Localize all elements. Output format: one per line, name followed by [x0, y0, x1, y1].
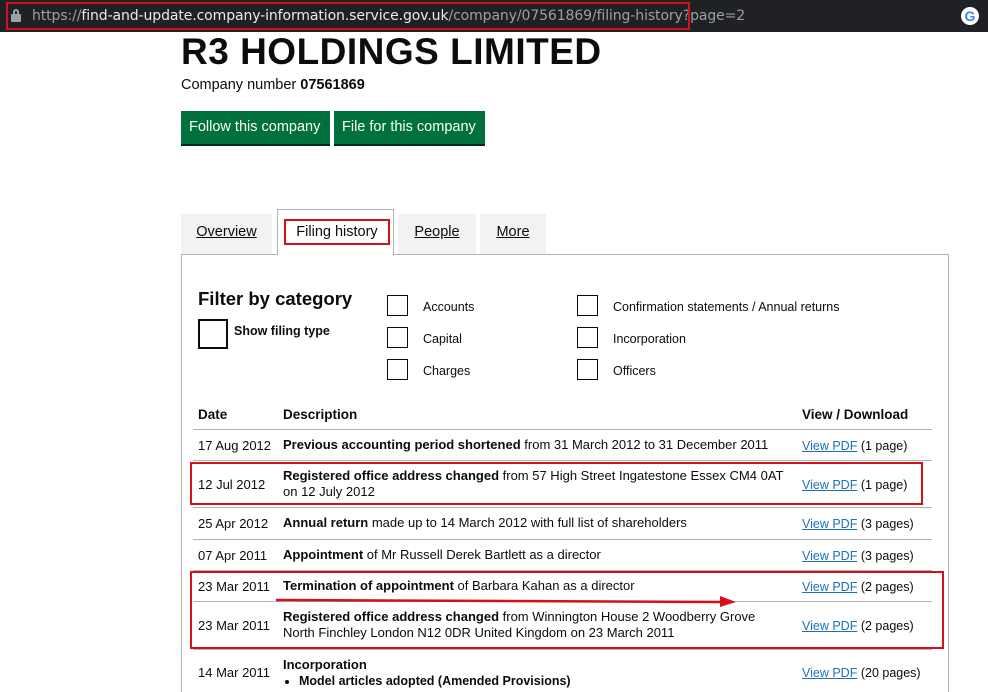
file-for-company-button[interactable]: File for this company	[334, 111, 485, 144]
charges-label: Charges	[423, 364, 471, 378]
highlight-box-rows-mar-2011	[190, 571, 944, 649]
capital-checkbox[interactable]	[387, 327, 408, 348]
filing-type: Appointment	[283, 547, 364, 562]
table-row: 14 Mar 2011 Incorporation Model articles…	[193, 650, 932, 692]
view-pdf-link[interactable]: View PDF	[802, 549, 857, 563]
download-cell: View PDF (3 pages)	[802, 549, 914, 563]
filing-type: Annual return	[283, 515, 369, 530]
download-cell: View PDF (1 page)	[802, 439, 907, 453]
filing-description: Annual return made up to 14 March 2012 w…	[283, 515, 788, 531]
officers-checkbox[interactable]	[577, 359, 598, 380]
show-filing-type-checkbox[interactable]	[198, 319, 228, 349]
table-row: 07 Apr 2011 Appointment of Mr Russell De…	[193, 540, 932, 571]
confirmation-statements-label: Confirmation statements / Annual returns	[613, 300, 840, 314]
list-item: Model articles adopted (Amended Provisio…	[299, 673, 788, 689]
filing-detail: of Mr Russell Derek Bartlett as a direct…	[363, 547, 601, 562]
confirmation-statements-checkbox[interactable]	[577, 295, 598, 316]
filter-title: Filter by category	[198, 288, 353, 309]
company-number-value: 07561869	[300, 77, 365, 93]
company-number-label: Company number	[181, 77, 297, 93]
filing-type: Incorporation	[283, 657, 367, 672]
tab-filing-history-label[interactable]: Filing history	[284, 219, 390, 245]
table-row: 17 Aug 2012 Previous accounting period s…	[193, 430, 932, 461]
page-count: (1 page)	[860, 439, 908, 453]
filing-subitems: Model articles adopted (Amended Provisio…	[283, 673, 788, 689]
tab-overview[interactable]: Overview	[181, 214, 272, 254]
tab-people[interactable]: People	[398, 214, 476, 254]
filing-date: 07 Apr 2011	[198, 548, 268, 563]
page-count: (20 pages)	[860, 666, 921, 680]
filing-detail: from 31 March 2012 to 31 December 2011	[520, 437, 769, 452]
column-header-date: Date	[198, 407, 228, 422]
download-cell: View PDF (20 pages)	[802, 666, 921, 680]
filing-date: 17 Aug 2012	[198, 438, 272, 453]
view-pdf-link[interactable]: View PDF	[802, 666, 857, 680]
follow-company-button[interactable]: Follow this company	[181, 111, 330, 144]
url-highlight-box	[6, 2, 690, 30]
download-cell: View PDF (3 pages)	[802, 517, 914, 531]
company-number: Company number 07561869	[181, 77, 365, 93]
view-pdf-link[interactable]: View PDF	[802, 517, 857, 531]
page-count: (3 pages)	[860, 517, 914, 531]
tab-more[interactable]: More	[480, 214, 546, 254]
filing-description: Incorporation Model articles adopted (Am…	[283, 657, 788, 689]
column-header-view-download: View / Download	[802, 407, 909, 422]
incorporation-label: Incorporation	[613, 332, 686, 346]
show-filing-type-label: Show filing type	[234, 324, 330, 338]
page-count: (3 pages)	[860, 549, 914, 563]
accounts-label: Accounts	[423, 300, 475, 314]
highlight-box-row-jul-2012	[190, 462, 923, 505]
company-name: R3 HOLDINGS LIMITED	[181, 31, 602, 72]
filing-date: 14 Mar 2011	[198, 665, 271, 680]
accounts-checkbox[interactable]	[387, 295, 408, 316]
charges-checkbox[interactable]	[387, 359, 408, 380]
incorporation-checkbox[interactable]	[577, 327, 598, 348]
table-row: 25 Apr 2012 Annual return made up to 14 …	[193, 508, 932, 540]
filing-date: 25 Apr 2012	[198, 516, 269, 531]
view-pdf-link[interactable]: View PDF	[802, 439, 857, 453]
capital-label: Capital	[423, 332, 462, 346]
google-icon[interactable]: G	[961, 7, 979, 25]
filing-description: Appointment of Mr Russell Derek Bartlett…	[283, 547, 788, 563]
filing-description: Previous accounting period shortened fro…	[283, 437, 788, 453]
filing-type: Previous accounting period shortened	[283, 437, 521, 452]
red-arrow-annotation	[275, 596, 736, 607]
column-header-description: Description	[283, 407, 358, 422]
officers-label: Officers	[613, 364, 656, 378]
filing-detail: made up to 14 March 2012 with full list …	[368, 515, 687, 530]
